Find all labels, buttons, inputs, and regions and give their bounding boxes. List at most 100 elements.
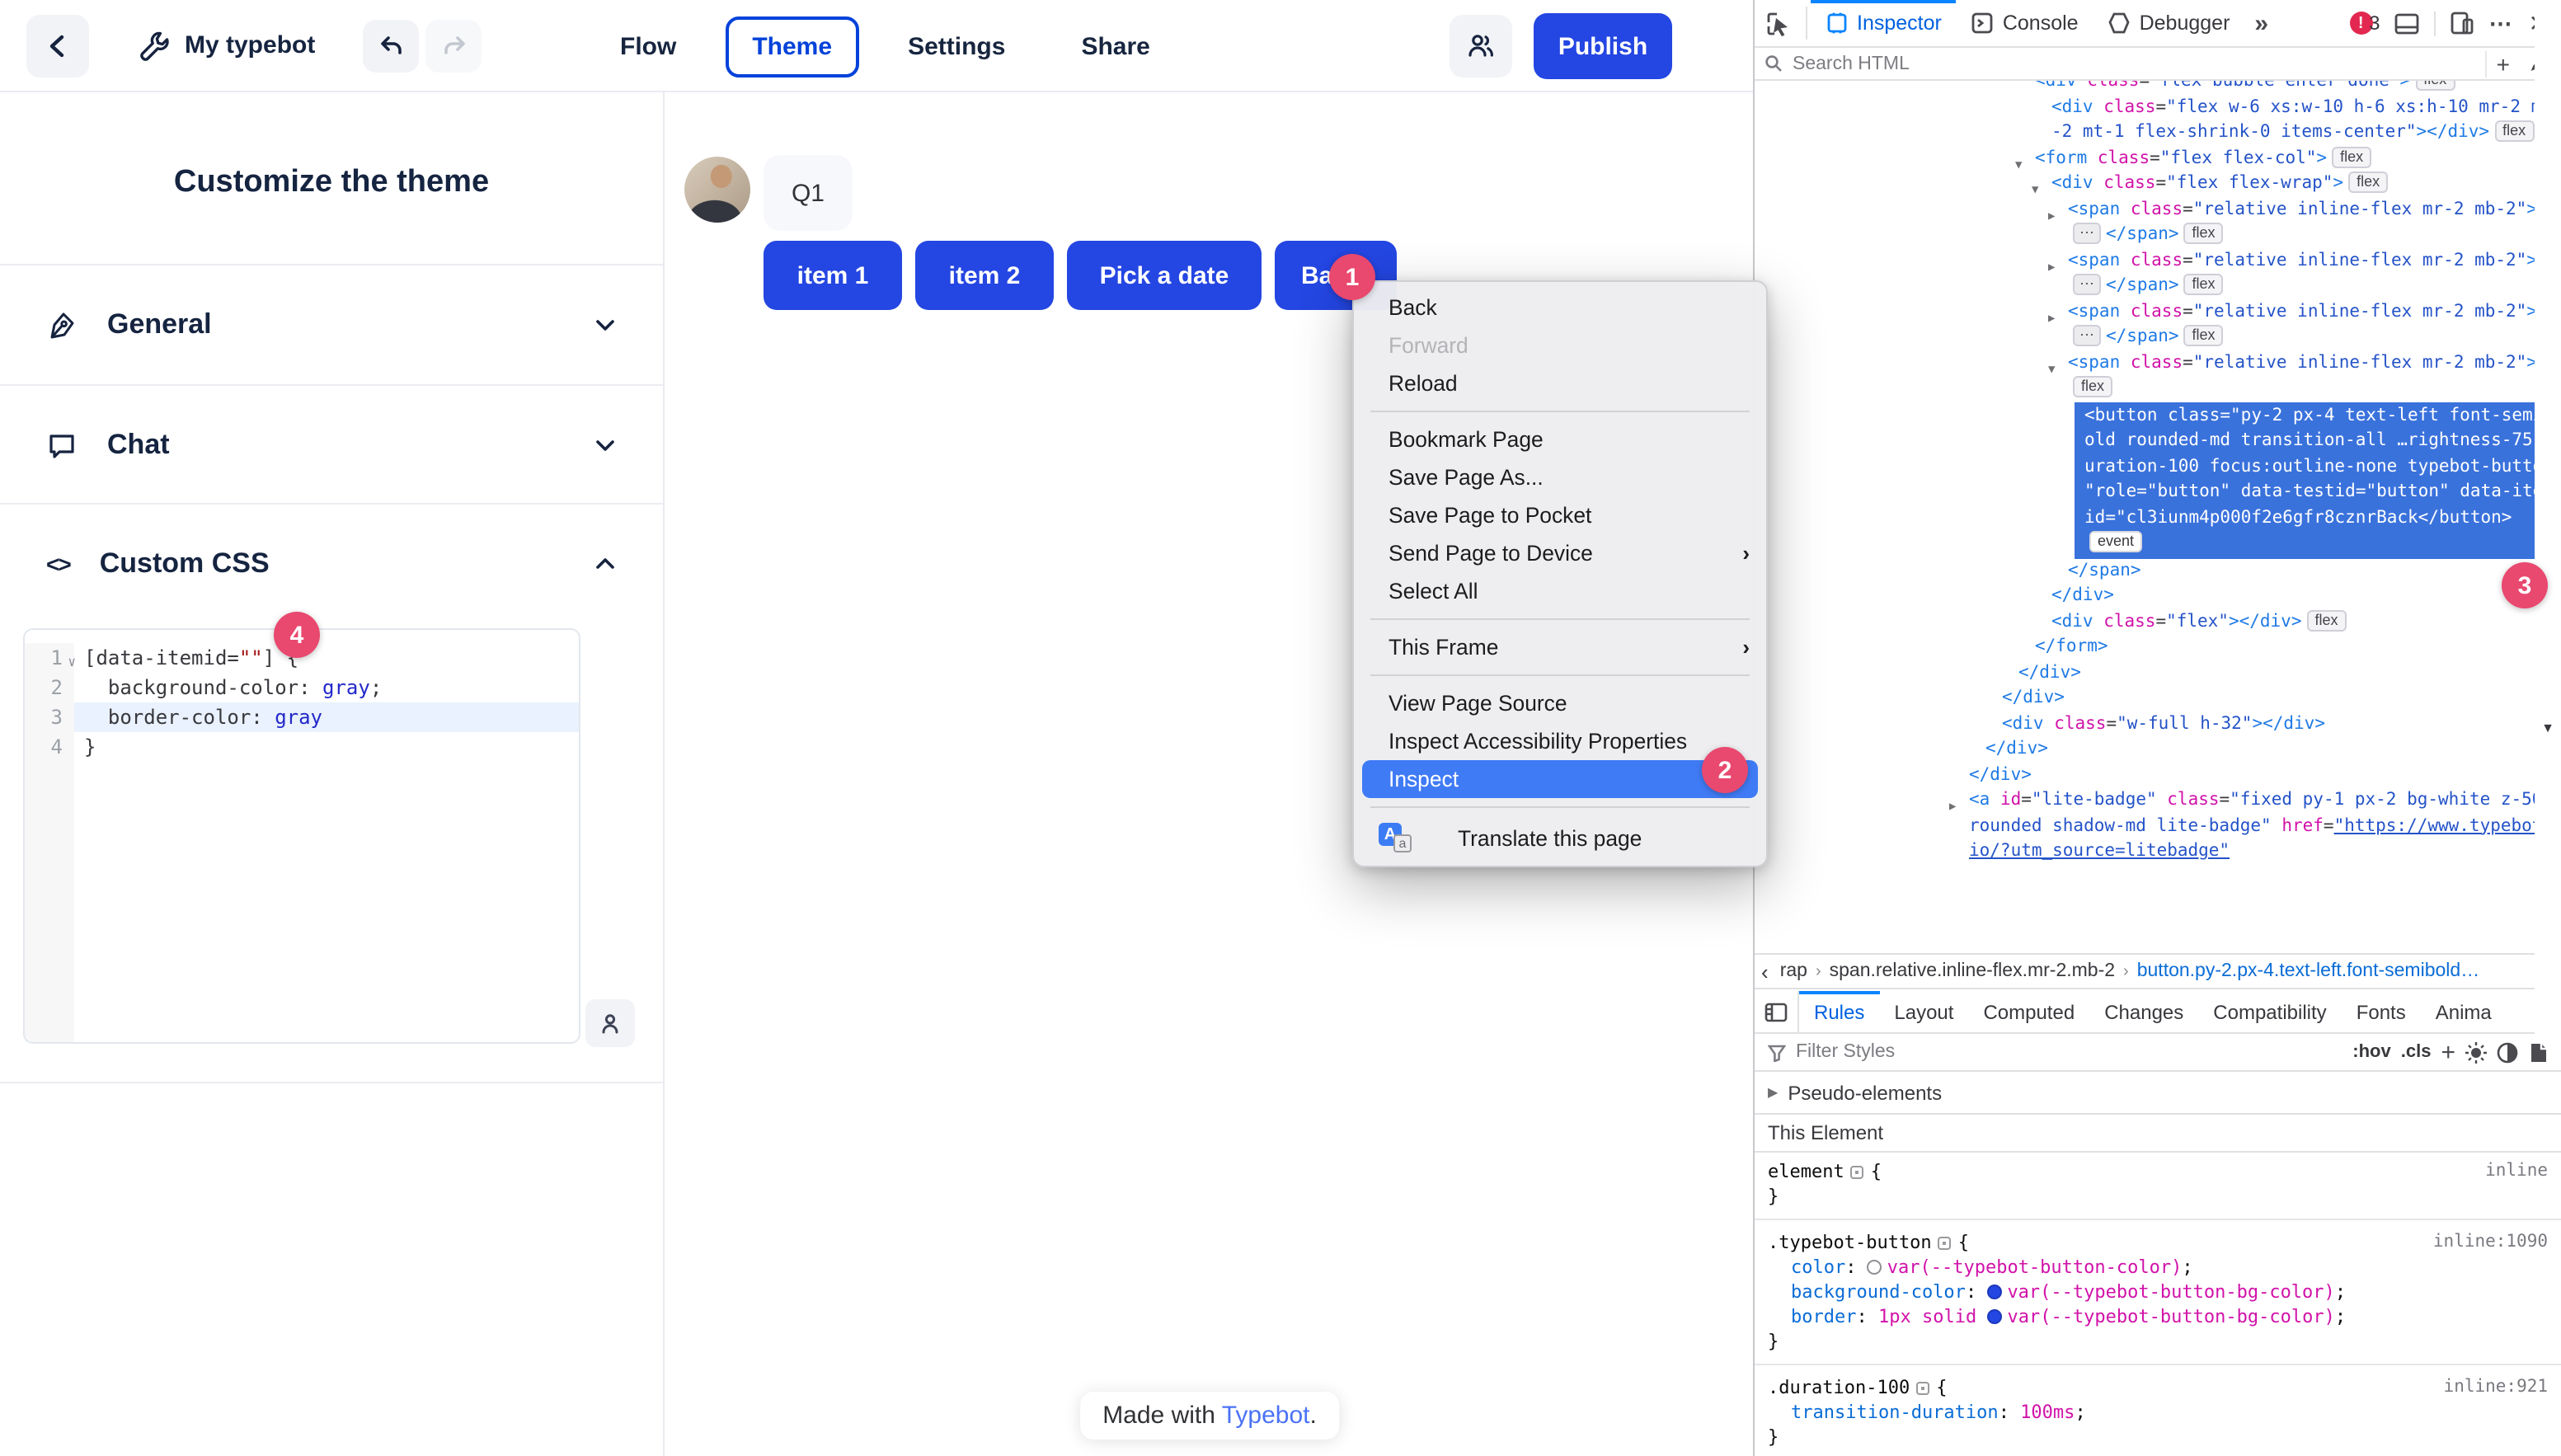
nav-tab-flow[interactable]: Flow [594,16,703,77]
expand-right-icon[interactable]: ▶ [1949,795,1956,820]
rule-property[interactable]: transition-duration: 100ms; [1768,1400,2561,1425]
menu-item-save-page-as[interactable]: Save Page As... [1354,458,1766,496]
flex-badge[interactable]: flex [2184,223,2224,244]
menu-item-this-frame[interactable]: This Frame› [1354,628,1766,666]
highlight-target-icon[interactable] [1916,1382,1929,1395]
tree-node[interactable]: </div> [1755,660,2561,686]
rules-tab-layout[interactable]: Layout [1879,991,1968,1032]
rules-tab-computed[interactable]: Computed [1968,991,2089,1032]
print-simulation-icon[interactable] [2528,1041,2548,1063]
sidebar-section-general[interactable]: General [0,265,663,384]
choice-button-2[interactable]: item 2 [915,241,1054,310]
expand-right-icon[interactable]: ▶ [2048,306,2055,331]
breadcrumb-item[interactable]: button.py-2.px-4.text-left.font-semibold… [2137,961,2480,981]
pseudo-elements-row[interactable]: ▶ Pseudo-elements [1755,1072,2561,1115]
choice-button-3[interactable]: Pick a date [1067,241,1262,310]
split-console-icon[interactable] [2395,12,2420,34]
expand-right-icon[interactable]: ▶ [2048,204,2055,229]
flex-badge[interactable]: flex [2184,325,2224,346]
sidebar-section-chat[interactable]: Chat [0,386,663,505]
color-swatch[interactable] [1868,1260,1882,1275]
meatball-menu-icon[interactable]: ⋯ [2489,9,2514,37]
collapsed-children-icon[interactable]: ⋯ [2073,223,2101,244]
class-toggle[interactable]: .cls [2401,1042,2432,1062]
flex-badge[interactable]: flex [2184,274,2224,295]
menu-item-send-page-to-device[interactable]: Send Page to Device› [1354,534,1766,572]
editor-line[interactable]: 3 border-color: gray [25,702,579,732]
menu-item-save-page-to-pocket[interactable]: Save Page to Pocket [1354,496,1766,534]
highlight-target-icon[interactable] [1851,1166,1864,1179]
tree-node[interactable]: <div class="w-full h-32"></div> [1755,712,2561,737]
tree-node[interactable]: </div> [1755,686,2561,712]
tree-node[interactable]: ▶<span class="relative inline-flex mr-2 … [1755,248,2561,299]
rules-tab-changes[interactable]: Changes [2089,991,2198,1032]
tree-node[interactable]: </span> [1755,558,2561,584]
tree-node[interactable]: ▼<div class="flex flex-wrap">flex [1755,171,2561,197]
tab-debugger[interactable]: Debugger [2093,0,2245,46]
rule-source-link[interactable]: inline:1090 [2433,1230,2548,1255]
tree-node[interactable]: ▶<span class="relative inline-flex mr-2 … [1755,299,2561,350]
tab-console[interactable]: Console [1957,0,2093,46]
rule-source-link[interactable]: inline:921 [2444,1375,2548,1400]
tree-node-selected[interactable]: <button class="py-2 px-4 text-left font-… [2075,402,2561,558]
tree-node[interactable]: </div> [1755,737,2561,763]
collapsed-children-icon[interactable]: ⋯ [2073,325,2101,346]
redo-button[interactable] [425,20,482,73]
nav-tab-settings[interactable]: Settings [881,16,1031,77]
menu-item-reload[interactable]: Reload [1354,364,1766,402]
editor-line[interactable]: 2 background-color: gray; [25,673,579,702]
editor-empty-area[interactable] [25,762,579,1042]
nav-tab-theme[interactable]: Theme [726,16,858,77]
sidebar-section-custom-css[interactable]: <> Custom CSS [0,505,663,623]
avatar-toggle-button[interactable] [585,999,635,1047]
menu-item-select-all[interactable]: Select All [1354,572,1766,610]
custom-css-editor[interactable]: 1∨[data-itemid=""] {2 background-color: … [23,628,580,1044]
filter-placeholder[interactable]: Filter Styles [1796,1042,2342,1062]
pick-element-icon[interactable] [1755,0,1802,46]
made-with-badge[interactable]: Made with Typebot. [1079,1392,1340,1440]
breadcrumb-item[interactable]: rap [1780,961,1807,981]
tree-node[interactable]: ▶<span class="relative inline-flex mr-2 … [1755,197,2561,248]
tree-node[interactable]: ▼<span class="relative inline-flex mr-2 … [1755,350,2561,402]
flex-badge[interactable]: flex [2332,146,2371,167]
flex-badge[interactable]: flex [2307,609,2347,631]
rule-property[interactable]: background-color: var(--typebot-button-b… [1768,1280,2561,1304]
event-badge[interactable]: event [2089,531,2142,552]
rule-property[interactable]: border: 1px solid var(--typebot-button-b… [1768,1304,2561,1329]
hover-pseudo-toggle[interactable]: :hov [2352,1042,2390,1062]
undo-button[interactable] [363,20,419,73]
flex-badge[interactable]: flex [2494,120,2534,142]
publish-button[interactable]: Publish [1534,13,1672,79]
breadcrumb-scroll-left-icon[interactable]: ‹ [1761,959,1769,984]
rule-selector-row[interactable]: .typebot-button{inline:1090 [1768,1230,2561,1255]
rule-source-link[interactable]: inline [2485,1159,2548,1184]
menu-item-bookmark-page[interactable]: Bookmark Page [1354,420,1766,458]
menu-item-inspect[interactable]: Inspect [1362,760,1758,798]
responsive-design-icon[interactable] [2451,12,2474,35]
typebot-brand-link[interactable]: Typebot [1222,1402,1310,1430]
back-button[interactable] [26,15,89,77]
rules-tab-fonts[interactable]: Fonts [2342,991,2421,1032]
color-swatch[interactable] [1987,1309,2002,1324]
menu-item-inspect-accessibility-properties[interactable]: Inspect Accessibility Properties [1354,722,1766,760]
breadcrumb-item[interactable]: span.relative.inline-flex.mr-2.mb-2 [1830,961,2115,981]
choice-button-1[interactable]: item 1 [764,241,902,310]
expand-down-icon[interactable]: ▼ [2048,357,2055,383]
color-swatch[interactable] [1987,1285,2002,1299]
devtools-search-bar[interactable]: Search HTML + [1755,48,2561,81]
expand-right-icon[interactable]: ▶ [2048,255,2055,280]
highlight-target-icon[interactable] [1938,1237,1952,1250]
menu-item-translate-this-page[interactable]: AaTranslate this page [1354,816,1766,859]
tree-node[interactable]: </form> [1755,635,2561,660]
error-count-badge[interactable]: ! 3 [2349,12,2380,35]
tree-node[interactable]: ▶<a id="lite-badge" class="fixed py-1 px… [1755,788,2561,865]
collapsed-children-icon[interactable]: ⋯ [2073,274,2101,295]
typebot-title[interactable]: My typebot [185,31,315,59]
tree-node[interactable]: </div> [1755,763,2561,788]
rules-tab-rules[interactable]: Rules [1799,991,1879,1032]
sidebar-toggle-icon[interactable] [1755,991,1799,1032]
tree-node[interactable]: <div class="flex"></div>flex [1755,609,2561,635]
flex-badge[interactable]: flex [2073,376,2112,397]
menu-item-view-page-source[interactable]: View Page Source [1354,684,1766,722]
color-scheme-icon[interactable] [2497,1041,2518,1063]
